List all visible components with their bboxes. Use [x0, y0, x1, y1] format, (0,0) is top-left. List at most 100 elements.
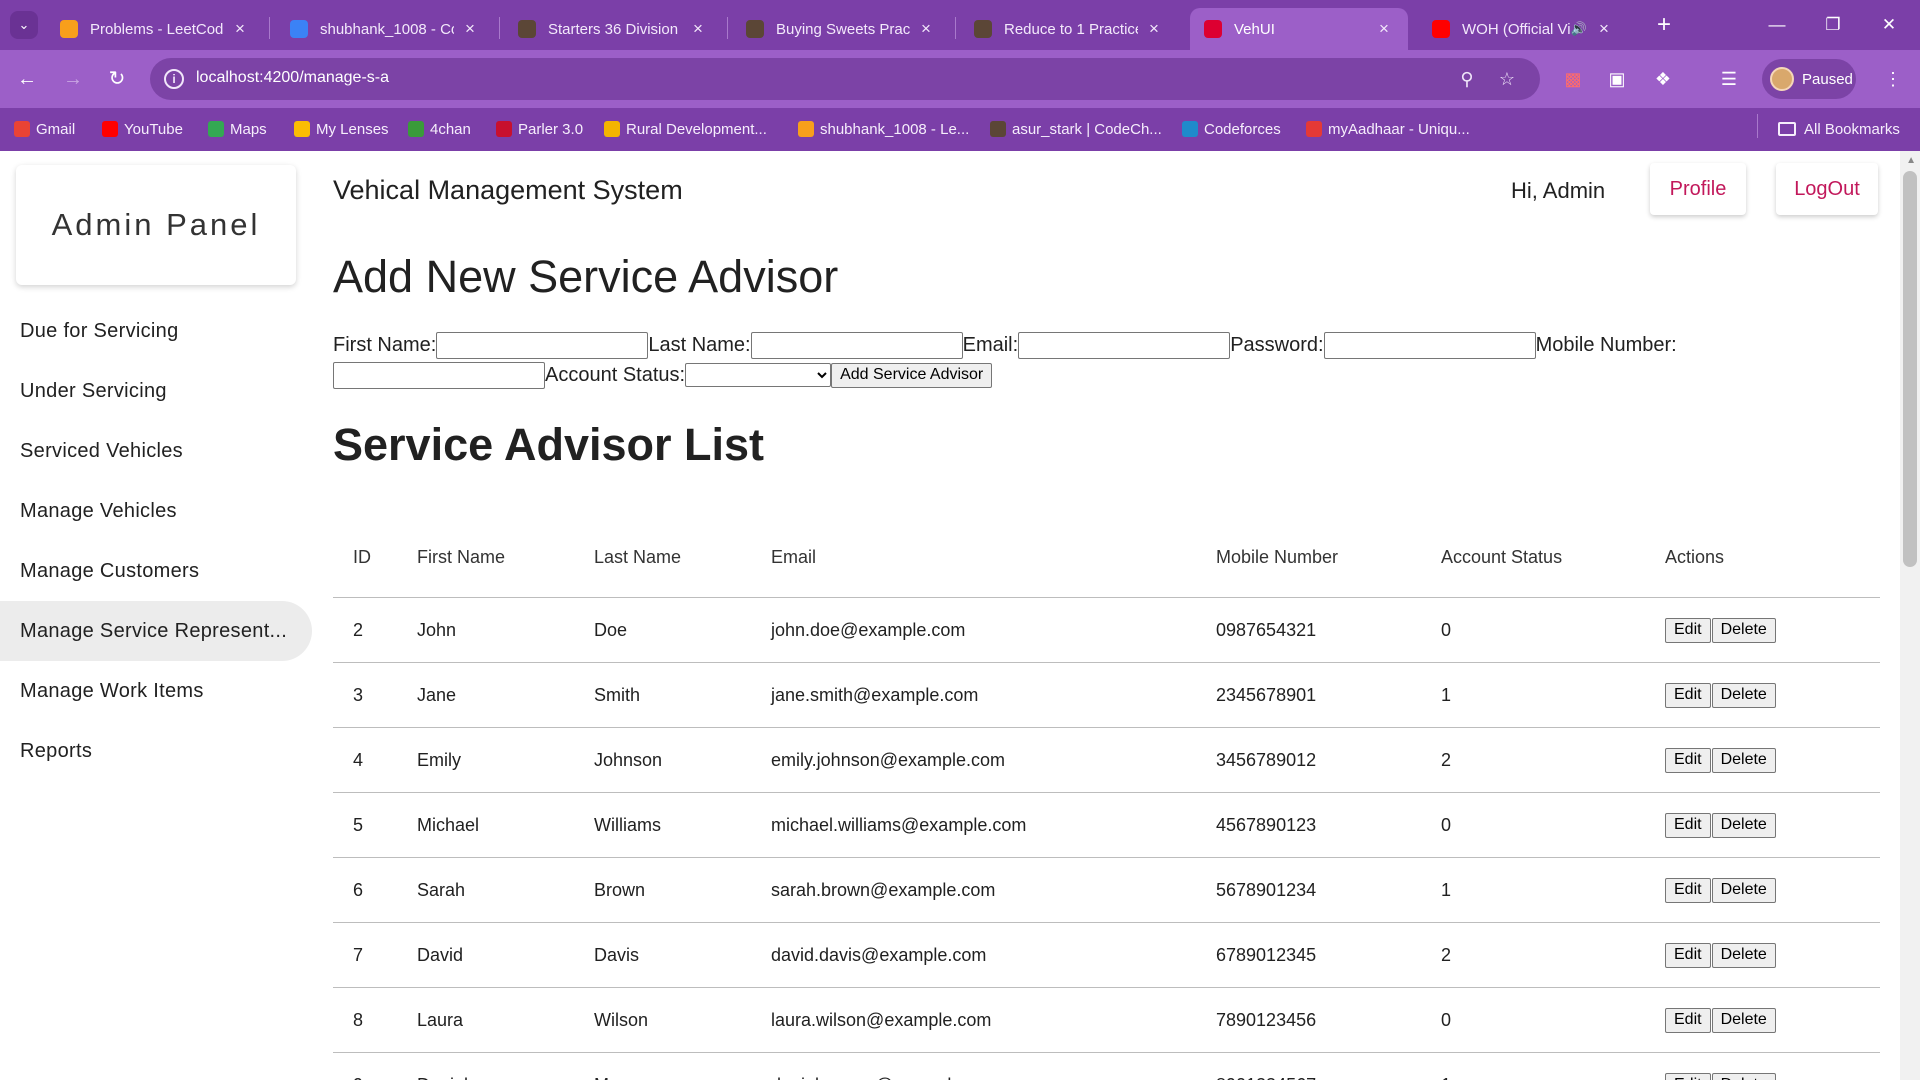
- bookmark-item[interactable]: shubhank_1008 - Le...: [798, 117, 969, 141]
- extension-red-icon[interactable]: ▩: [1558, 64, 1588, 94]
- bookmark-item[interactable]: Gmail: [14, 117, 75, 141]
- all-bookmarks-label: All Bookmarks: [1804, 120, 1900, 138]
- cell-actions: EditDelete: [1665, 877, 1880, 903]
- sidebar-item[interactable]: Manage Work Items: [0, 661, 312, 721]
- delete-button[interactable]: Delete: [1711, 747, 1776, 773]
- edit-button[interactable]: Edit: [1665, 942, 1711, 968]
- cell-status: 0: [1441, 1009, 1452, 1030]
- table-row: 2 John Doe john.doe@example.com 0987654321 0 E…: [333, 598, 1880, 663]
- cell-status: 0: [1441, 814, 1452, 835]
- page-title: Vehical Management System: [333, 175, 683, 205]
- scroll-thumb[interactable]: [1903, 171, 1917, 567]
- browser-tab[interactable]: Problems - LeetCode ×: [46, 8, 264, 50]
- bookmark-item[interactable]: Codeforces: [1182, 117, 1281, 141]
- browser-tab[interactable]: shubhank_1008 - Cod ×: [276, 8, 494, 50]
- browser-tab[interactable]: VehUI ×: [1190, 8, 1408, 50]
- account-status-select[interactable]: [685, 363, 832, 387]
- bookmark-label: YouTube: [124, 120, 183, 138]
- profile-button[interactable]: Profile: [1650, 163, 1746, 215]
- profile-status: Paused: [1802, 70, 1853, 88]
- add-service-advisor-button[interactable]: Add Service Advisor: [831, 362, 993, 388]
- delete-button[interactable]: Delete: [1711, 812, 1776, 838]
- bookmark-item[interactable]: My Lenses: [294, 117, 389, 141]
- bookmark-item[interactable]: 4chan: [408, 117, 471, 141]
- sidebar-item[interactable]: Under Servicing: [0, 361, 312, 421]
- edit-button[interactable]: Edit: [1665, 1007, 1711, 1033]
- delete-button[interactable]: Delete: [1711, 1072, 1776, 1080]
- mobile-input[interactable]: [333, 361, 545, 389]
- cell-first-name: Emily: [417, 749, 461, 770]
- last-name-input[interactable]: [750, 331, 963, 359]
- logout-button[interactable]: LogOut: [1776, 163, 1878, 215]
- scroll-up-icon[interactable]: ▲: [1906, 155, 1916, 166]
- speaker-icon[interactable]: 🔊: [1570, 21, 1588, 37]
- tab-divider: [955, 17, 956, 39]
- bookmark-star-icon[interactable]: ☆: [1496, 68, 1518, 90]
- edit-button[interactable]: Edit: [1665, 1072, 1711, 1080]
- close-window-icon[interactable]: ✕: [1866, 10, 1912, 40]
- browser-tab[interactable]: Buying Sweets Practi ×: [732, 8, 950, 50]
- close-tab-icon[interactable]: ×: [230, 19, 250, 39]
- first-name-input[interactable]: [436, 331, 649, 359]
- bookmark-item[interactable]: myAadhaar - Uniqu...: [1306, 117, 1470, 141]
- close-tab-icon[interactable]: ×: [1374, 19, 1394, 39]
- table-row: 9DanielMooredaniel.moore@example.com8901…: [333, 1053, 1880, 1080]
- page-scrollbar[interactable]: ▲: [1900, 151, 1920, 1080]
- table-row: 3 Jane Smith jane.smith@example.com 23456789…: [333, 663, 1880, 728]
- sidebar-item[interactable]: Due for Servicing: [0, 301, 312, 361]
- sidebar-item[interactable]: Manage Service Represent...: [0, 601, 312, 661]
- delete-button[interactable]: Delete: [1711, 682, 1776, 708]
- bookmark-label: My Lenses: [316, 120, 389, 138]
- edit-button[interactable]: Edit: [1665, 682, 1711, 708]
- edit-button[interactable]: Edit: [1665, 617, 1711, 643]
- delete-button[interactable]: Delete: [1711, 942, 1776, 968]
- browser-tab[interactable]: Reduce to 1 Practice ×: [960, 8, 1178, 50]
- extension-puzzle-grey-icon[interactable]: ▣: [1602, 64, 1632, 94]
- all-bookmarks[interactable]: All Bookmarks: [1778, 117, 1900, 141]
- url-text[interactable]: localhost:4200/manage-s-a: [196, 69, 389, 87]
- restore-icon[interactable]: ❐: [1810, 10, 1856, 40]
- bookmark-item[interactable]: Maps: [208, 117, 267, 141]
- back-icon[interactable]: ←: [12, 64, 42, 94]
- media-control-icon[interactable]: ☰: [1714, 64, 1744, 94]
- email-input[interactable]: [1018, 331, 1231, 359]
- sidebar-item[interactable]: Manage Vehicles: [0, 481, 312, 541]
- bookmark-label: asur_stark | CodeCh...: [1012, 120, 1162, 138]
- close-tab-icon[interactable]: ×: [688, 19, 708, 39]
- forward-icon[interactable]: →: [58, 64, 88, 94]
- brand-title: Admin Panel: [51, 207, 261, 242]
- delete-button[interactable]: Delete: [1711, 1007, 1776, 1033]
- bookmark-item[interactable]: YouTube: [102, 117, 183, 141]
- bookmark-item[interactable]: Rural Development...: [604, 117, 767, 141]
- password-key-icon[interactable]: ⚲: [1456, 68, 1478, 90]
- delete-button[interactable]: Delete: [1711, 617, 1776, 643]
- edit-button[interactable]: Edit: [1665, 812, 1711, 838]
- edit-button[interactable]: Edit: [1665, 747, 1711, 773]
- new-tab-icon[interactable]: +: [1650, 11, 1678, 39]
- close-tab-icon[interactable]: ×: [1144, 19, 1164, 39]
- profile-button[interactable]: Paused: [1762, 59, 1856, 99]
- table-row: 8 Laura Wilson laura.wilson@example.com 7890…: [333, 988, 1880, 1053]
- address-bar[interactable]: i localhost:4200/manage-s-a ⚲ ☆: [150, 58, 1540, 100]
- cell-last-name: Johnson: [594, 749, 663, 770]
- sidebar-item[interactable]: Serviced Vehicles: [0, 421, 312, 481]
- browser-tab[interactable]: Starters 36 Division 4 ×: [504, 8, 722, 50]
- site-info-icon[interactable]: i: [164, 69, 184, 89]
- sidebar-item[interactable]: Manage Customers: [0, 541, 312, 601]
- password-input[interactable]: [1323, 331, 1536, 359]
- close-tab-icon[interactable]: ×: [460, 19, 480, 39]
- close-tab-icon[interactable]: ×: [1594, 19, 1614, 39]
- bookmark-item[interactable]: Parler 3.0: [496, 117, 583, 141]
- extensions-icon[interactable]: ❖: [1648, 64, 1678, 94]
- delete-button[interactable]: Delete: [1711, 877, 1776, 903]
- tab-search-icon[interactable]: ⌄: [10, 11, 38, 39]
- edit-button[interactable]: Edit: [1665, 877, 1711, 903]
- menu-kebab-icon[interactable]: ⋮: [1878, 64, 1908, 94]
- minimize-icon[interactable]: —: [1754, 10, 1800, 40]
- sidebar-nav: Due for Servicing Under Servicing Serviced…: [0, 301, 312, 781]
- sidebar-item[interactable]: Reports: [0, 721, 312, 781]
- bookmark-item[interactable]: asur_stark | CodeCh...: [990, 117, 1162, 141]
- close-tab-icon[interactable]: ×: [916, 19, 936, 39]
- browser-tab[interactable]: WOH (Official Vi 🔊 ×: [1418, 8, 1628, 50]
- reload-icon[interactable]: ↻: [102, 64, 132, 94]
